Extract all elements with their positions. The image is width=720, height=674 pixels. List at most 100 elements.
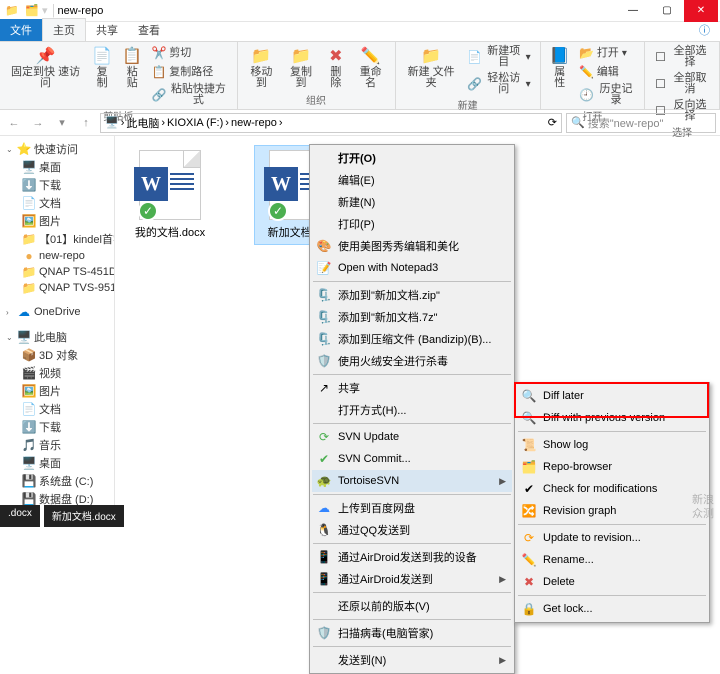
paste-shortcut-button[interactable]: 🔗粘贴快捷方式	[149, 82, 230, 108]
ctx-rename[interactable]: ✏️Rename...	[517, 549, 707, 571]
ctx-openwith[interactable]: 打开方式(H)...	[312, 399, 512, 421]
tree-onedrive[interactable]: ›☁OneDrive	[0, 304, 114, 320]
ctx-rev-graph[interactable]: 🔀Revision graph	[517, 500, 707, 522]
cut-button[interactable]: ✂️剪切	[149, 44, 230, 62]
ctx-add7z[interactable]: 🗜️添加到"新加文档.7z"	[312, 306, 512, 328]
tree-thispc[interactable]: ⌄🖥️此电脑	[0, 328, 114, 346]
nav-back-button[interactable]: ←	[4, 113, 24, 133]
tree-datad[interactable]: 💾数据盘 (D:)	[0, 490, 114, 505]
copy-button[interactable]: 📄复制	[89, 44, 115, 91]
task-peek-1[interactable]: .docx	[0, 505, 40, 527]
ctx-repo-browser[interactable]: 🗂️Repo-browser	[517, 456, 707, 478]
ctx-diff-later[interactable]: 🔍Diff later	[517, 385, 707, 407]
tree-documents[interactable]: 📄文档	[0, 194, 114, 212]
tree-docs2[interactable]: 📄文档	[0, 400, 114, 418]
open-button[interactable]: 📂打开▾	[577, 44, 638, 62]
watermark: 新浪众测	[692, 493, 714, 521]
ribbon-group-clipboard: 📌固定到快 速访问 📄复制 📋粘贴 ✂️剪切 📋复制路径 🔗粘贴快捷方式 剪贴板	[0, 42, 238, 109]
tree-qnap2[interactable]: 📁QNAP TVS-951N-	[0, 280, 114, 296]
tree-qnap1[interactable]: 📁QNAP TS-451D-2	[0, 264, 114, 280]
tree-sysc[interactable]: 💾系统盘 (C:)	[0, 472, 114, 490]
new-folder-button[interactable]: 📁新建 文件夹	[402, 44, 461, 91]
breadcrumb[interactable]: 🖥️› 此电脑› KIOXIA (F:)› new-repo› ⟳	[100, 113, 562, 133]
explorer-icon: 🗂️	[25, 4, 39, 18]
tab-file[interactable]: 文件	[0, 19, 42, 41]
properties-button[interactable]: 📘属性	[547, 44, 573, 91]
delete-button[interactable]: ✖删除	[323, 44, 349, 91]
ctx-restore[interactable]: 还原以前的版本(V)	[312, 595, 512, 617]
ctx-baidu[interactable]: ☁上传到百度网盘	[312, 497, 512, 519]
ctx-print[interactable]: 打印(P)	[312, 213, 512, 235]
ctx-airdroid[interactable]: 📱通过AirDroid发送到我的设备	[312, 546, 512, 568]
tree-newrepo[interactable]: ●new-repo	[0, 248, 114, 264]
select-all-button[interactable]: ☐全部选择	[651, 44, 713, 70]
tree-quickaccess[interactable]: ⌄⭐快速访问	[0, 140, 114, 158]
ctx-update-rev[interactable]: ⟳Update to revision...	[517, 527, 707, 549]
edit-button[interactable]: ✏️编辑	[577, 63, 638, 81]
nav-recent-button[interactable]: ▾	[52, 113, 72, 133]
ctx-svn-commit[interactable]: ✔SVN Commit...	[312, 448, 512, 470]
refresh-icon[interactable]: ⟳	[548, 116, 557, 129]
tree-downloads[interactable]: ⬇️下载	[0, 176, 114, 194]
tree-pictures[interactable]: 🖼️图片	[0, 212, 114, 230]
window-title: new-repo	[57, 5, 616, 17]
ctx-new[interactable]: 新建(N)	[312, 191, 512, 213]
crumb-drive[interactable]: KIOXIA (F:)	[167, 117, 223, 129]
tab-view[interactable]: 查看	[128, 19, 170, 41]
ctx-scan[interactable]: 🛡️扫描病毒(电脑管家)	[312, 622, 512, 644]
crumb-thispc[interactable]: 此电脑	[126, 115, 159, 131]
tree-music[interactable]: 🎵音乐	[0, 436, 114, 454]
tree-desk2[interactable]: 🖥️桌面	[0, 454, 114, 472]
tree-dl2[interactable]: ⬇️下载	[0, 418, 114, 436]
docx-icon: W✓	[139, 150, 201, 220]
file-item-1[interactable]: W✓ 我的文档.docx	[125, 146, 215, 244]
new-item-button[interactable]: 📄新建项目▾	[465, 44, 534, 70]
ctx-svn-update[interactable]: ⟳SVN Update	[312, 426, 512, 448]
ctx-sendto[interactable]: 发送到(N)▶	[312, 649, 512, 671]
ctx-bandizip[interactable]: 🗜️添加到压缩文件 (Bandizip)(B)...	[312, 328, 512, 350]
ctx-delete[interactable]: ✖Delete	[517, 571, 707, 593]
copy-path-button[interactable]: 📋复制路径	[149, 63, 230, 81]
ctx-airdroid2[interactable]: 📱通过AirDroid发送到▶	[312, 568, 512, 590]
ctx-show-log[interactable]: 📜Show log	[517, 434, 707, 456]
tree-pics2[interactable]: 🖼️图片	[0, 382, 114, 400]
tree-3dobjects[interactable]: 📦3D 对象	[0, 346, 114, 364]
ctx-meitu[interactable]: 🎨使用美图秀秀编辑和美化	[312, 235, 512, 257]
moveto-button[interactable]: 📁移动到	[244, 44, 280, 91]
select-none-button[interactable]: ☐全部取消	[651, 71, 713, 97]
tree-desktop[interactable]: 🖥️桌面	[0, 158, 114, 176]
ctx-check-mod[interactable]: ✔Check for modifications	[517, 478, 707, 500]
pin-quickaccess-button[interactable]: 📌固定到快 速访问	[6, 44, 85, 91]
ctx-tortoisesvn[interactable]: 🐢TortoiseSVN▶	[312, 470, 512, 492]
ctx-share[interactable]: ↗共享	[312, 377, 512, 399]
ctx-addzip[interactable]: 🗜️添加到"新加文档.zip"	[312, 284, 512, 306]
ctx-get-lock[interactable]: 🔒Get lock...	[517, 598, 707, 620]
tab-share[interactable]: 共享	[86, 19, 128, 41]
ctx-huorong[interactable]: 🛡️使用火绒安全进行杀毒	[312, 350, 512, 372]
rename-button[interactable]: ✏️重命名	[353, 44, 389, 91]
tree-videos[interactable]: 🎬视频	[0, 364, 114, 382]
paste-button[interactable]: 📋粘贴	[119, 44, 145, 91]
crumb-folder[interactable]: new-repo	[231, 117, 277, 129]
nav-up-button[interactable]: ↑	[76, 113, 96, 133]
ctx-qq[interactable]: 🐧通过QQ发送到	[312, 519, 512, 541]
ctx-open[interactable]: 打开(O)	[312, 147, 512, 169]
ctx-diff-prev[interactable]: 🔍Diff with previous version	[517, 407, 707, 429]
maximize-button[interactable]: ▢	[650, 0, 684, 22]
task-peek-2[interactable]: 新加文档.docx	[44, 505, 124, 527]
tab-home[interactable]: 主页	[42, 18, 86, 41]
copyto-button[interactable]: 📁复制到	[283, 44, 319, 91]
minimize-button[interactable]: —	[616, 0, 650, 22]
ctx-notepad3[interactable]: 📝Open with Notepad3	[312, 257, 512, 279]
ctx-edit[interactable]: 编辑(E)	[312, 169, 512, 191]
ribbon-collapse[interactable]: ⓘ	[689, 19, 720, 41]
tree-kindel[interactable]: 📁【01】kindel首字B	[0, 230, 114, 248]
svn-check-icon: ✓	[268, 201, 288, 221]
search-input[interactable]: 🔍 搜索"new-repo"	[566, 113, 716, 133]
easy-access-button[interactable]: 🔗轻松访问▾	[465, 71, 534, 97]
file-name: 我的文档.docx	[135, 224, 205, 240]
nav-forward-button[interactable]: →	[28, 113, 48, 133]
svn-check-icon: ✓	[138, 201, 158, 221]
history-button[interactable]: 🕘历史记录	[577, 82, 638, 108]
nav-tree: ⌄⭐快速访问 🖥️桌面 ⬇️下载 📄文档 🖼️图片 📁【01】kindel首字B…	[0, 136, 115, 505]
